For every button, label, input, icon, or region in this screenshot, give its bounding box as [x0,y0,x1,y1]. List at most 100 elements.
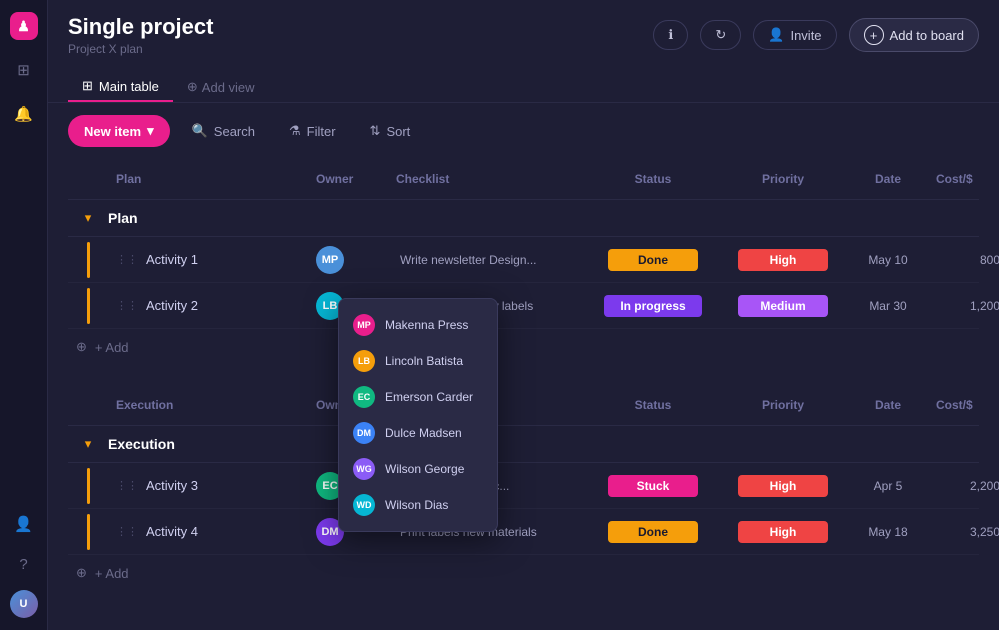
dropdown-item[interactable]: LB Lincoln Batista [339,343,497,379]
filter-icon: ⚗ [289,123,301,139]
row-color-indicator [68,242,108,278]
activity-2-date: Mar 30 [848,295,928,317]
activity-1-status[interactable]: Done [588,245,718,275]
plus-icon: ⊕ [76,339,87,355]
row-color-indicator [68,514,108,550]
grid-icon[interactable]: ⊞ [10,56,38,84]
app-logo[interactable]: ♟ [10,12,38,40]
bell-icon[interactable]: 🔔 [10,100,38,128]
activity-4-name: ⋮⋮ Activity 4 [108,520,308,543]
dropdown-item[interactable]: MP Makenna Press [339,307,497,343]
group-plan-name: Plan [108,210,388,226]
sidebar: ♟ ⊞ 🔔 👤 ? U [0,0,48,630]
activity-2-status[interactable]: In progress [588,291,718,321]
drag-handle-icon[interactable]: ⋮⋮ [116,299,138,312]
avatar: MP [353,314,375,336]
status-badge[interactable]: Stuck [608,475,698,497]
dropdown-arrow-icon: ▾ [147,123,154,139]
table-row: ⋮⋮ Activity 4 DM Print labels new materi… [68,509,979,555]
avatar: MP [316,246,344,274]
add-row-button-exec[interactable]: ⊕ + Add [68,555,979,591]
help-icon[interactable]: ? [10,550,38,578]
drag-handle-icon[interactable]: ⋮⋮ [116,525,138,538]
tab-main-table[interactable]: ⊞ Main table [68,72,173,102]
add-row-button[interactable]: ⊕ + Add [68,329,979,365]
refresh-button[interactable]: ↻ [700,20,741,50]
row-color-indicator [68,468,108,504]
group-plan-header: ▾ Plan [68,200,979,237]
search-button[interactable]: 🔍 Search [180,116,267,146]
drag-handle-icon[interactable]: ⋮⋮ [116,479,138,492]
add-board-button[interactable]: + Add to board [849,18,979,52]
activity-1-priority[interactable]: High [718,245,848,275]
table-row: ⋮⋮ Activity 2 LB MP Makenna Press L [68,283,979,329]
col-cost: Cost/$ [928,168,999,190]
avatar: LB [353,350,375,372]
dropdown-item[interactable]: WD Wilson Dias [339,487,497,523]
header: Single project Project X plan ℹ ↻ 👤 Invi… [48,0,999,103]
status-badge[interactable]: Done [608,249,698,271]
activity-2-owner[interactable]: LB MP Makenna Press LB Lincoln Batista [308,288,388,324]
invite-button[interactable]: 👤 Invite [753,20,836,50]
priority-badge[interactable]: High [738,521,828,543]
dropdown-item[interactable]: DM Dulce Madsen [339,415,497,451]
search-icon: 🔍 [192,123,208,139]
group-execution: Execution Owner Checklist Status Priorit… [68,385,979,591]
col-owner: Owner [308,168,388,190]
activity-4-priority[interactable]: High [718,517,848,547]
table-row: ⋮⋮ Activity 3 EC es update New tec... St… [68,463,979,509]
group-toggle-execution[interactable]: ▾ [68,436,108,452]
col-plan: Plan [108,168,308,190]
activity-2-priority[interactable]: Medium [718,291,848,321]
user-avatar[interactable]: U [10,590,38,618]
activity-3-priority[interactable]: High [718,471,848,501]
activity-4-date: May 18 [848,521,928,543]
activity-4-cost: 3,250 [928,521,999,543]
plus-circle-icon: + [864,25,884,45]
activity-3-name: ⋮⋮ Activity 3 [108,474,308,497]
activity-1-date: May 10 [848,249,928,271]
activity-4-status[interactable]: Done [588,517,718,547]
table-area: Plan Owner Checklist Status Priority Dat… [48,159,999,630]
col-date: Date [848,168,928,190]
table-row: ⋮⋮ Activity 1 MP Write newsletter Design… [68,237,979,283]
activity-3-cost: 2,200 [928,475,999,497]
col-cost-exec: Cost/$ [928,394,999,416]
activity-3-status[interactable]: Stuck [588,471,718,501]
status-badge[interactable]: Done [608,521,698,543]
sort-button[interactable]: ⇅ Sort [358,116,423,146]
dropdown-item[interactable]: EC Emerson Carder [339,379,497,415]
info-button[interactable]: ℹ [653,20,688,50]
person-add-icon[interactable]: 👤 [10,510,38,538]
dropdown-item[interactable]: WG Wilson George [339,451,497,487]
person-icon: 👤 [768,27,784,43]
activity-2-name: ⋮⋮ Activity 2 [108,294,308,317]
priority-badge[interactable]: Medium [738,295,828,317]
priority-badge[interactable]: High [738,249,828,271]
col-status-exec: Status [588,394,718,416]
activity-1-checklist: Write newsletter Design... [388,249,588,271]
activity-1-owner[interactable]: MP [308,242,388,278]
avatar: EC [353,386,375,408]
new-item-button[interactable]: New item ▾ [68,115,170,147]
project-info: Single project Project X plan [68,14,213,56]
refresh-icon: ↻ [715,27,726,43]
col-priority-exec: Priority [718,394,848,416]
activity-1-cost: 800 [928,249,999,271]
header-actions: ℹ ↻ 👤 Invite + Add to board [653,18,979,52]
group-toggle-plan[interactable]: ▾ [68,210,108,226]
col-plan-exec: Execution [108,394,308,416]
owner-dropdown[interactable]: MP Makenna Press LB Lincoln Batista EC E… [338,298,498,532]
activity-2-cost: 1,200 [928,295,999,317]
status-badge[interactable]: In progress [604,295,701,317]
col-indicator [68,401,108,409]
avatar: WD [353,494,375,516]
filter-button[interactable]: ⚗ Filter [277,116,348,146]
avatar: WG [353,458,375,480]
group-plan: Plan Owner Checklist Status Priority Dat… [68,159,979,365]
main-content: Single project Project X plan ℹ ↻ 👤 Invi… [48,0,999,630]
add-view-button[interactable]: ⊕ Add view [177,73,265,101]
drag-handle-icon[interactable]: ⋮⋮ [116,253,138,266]
col-priority: Priority [718,168,848,190]
priority-badge[interactable]: High [738,475,828,497]
